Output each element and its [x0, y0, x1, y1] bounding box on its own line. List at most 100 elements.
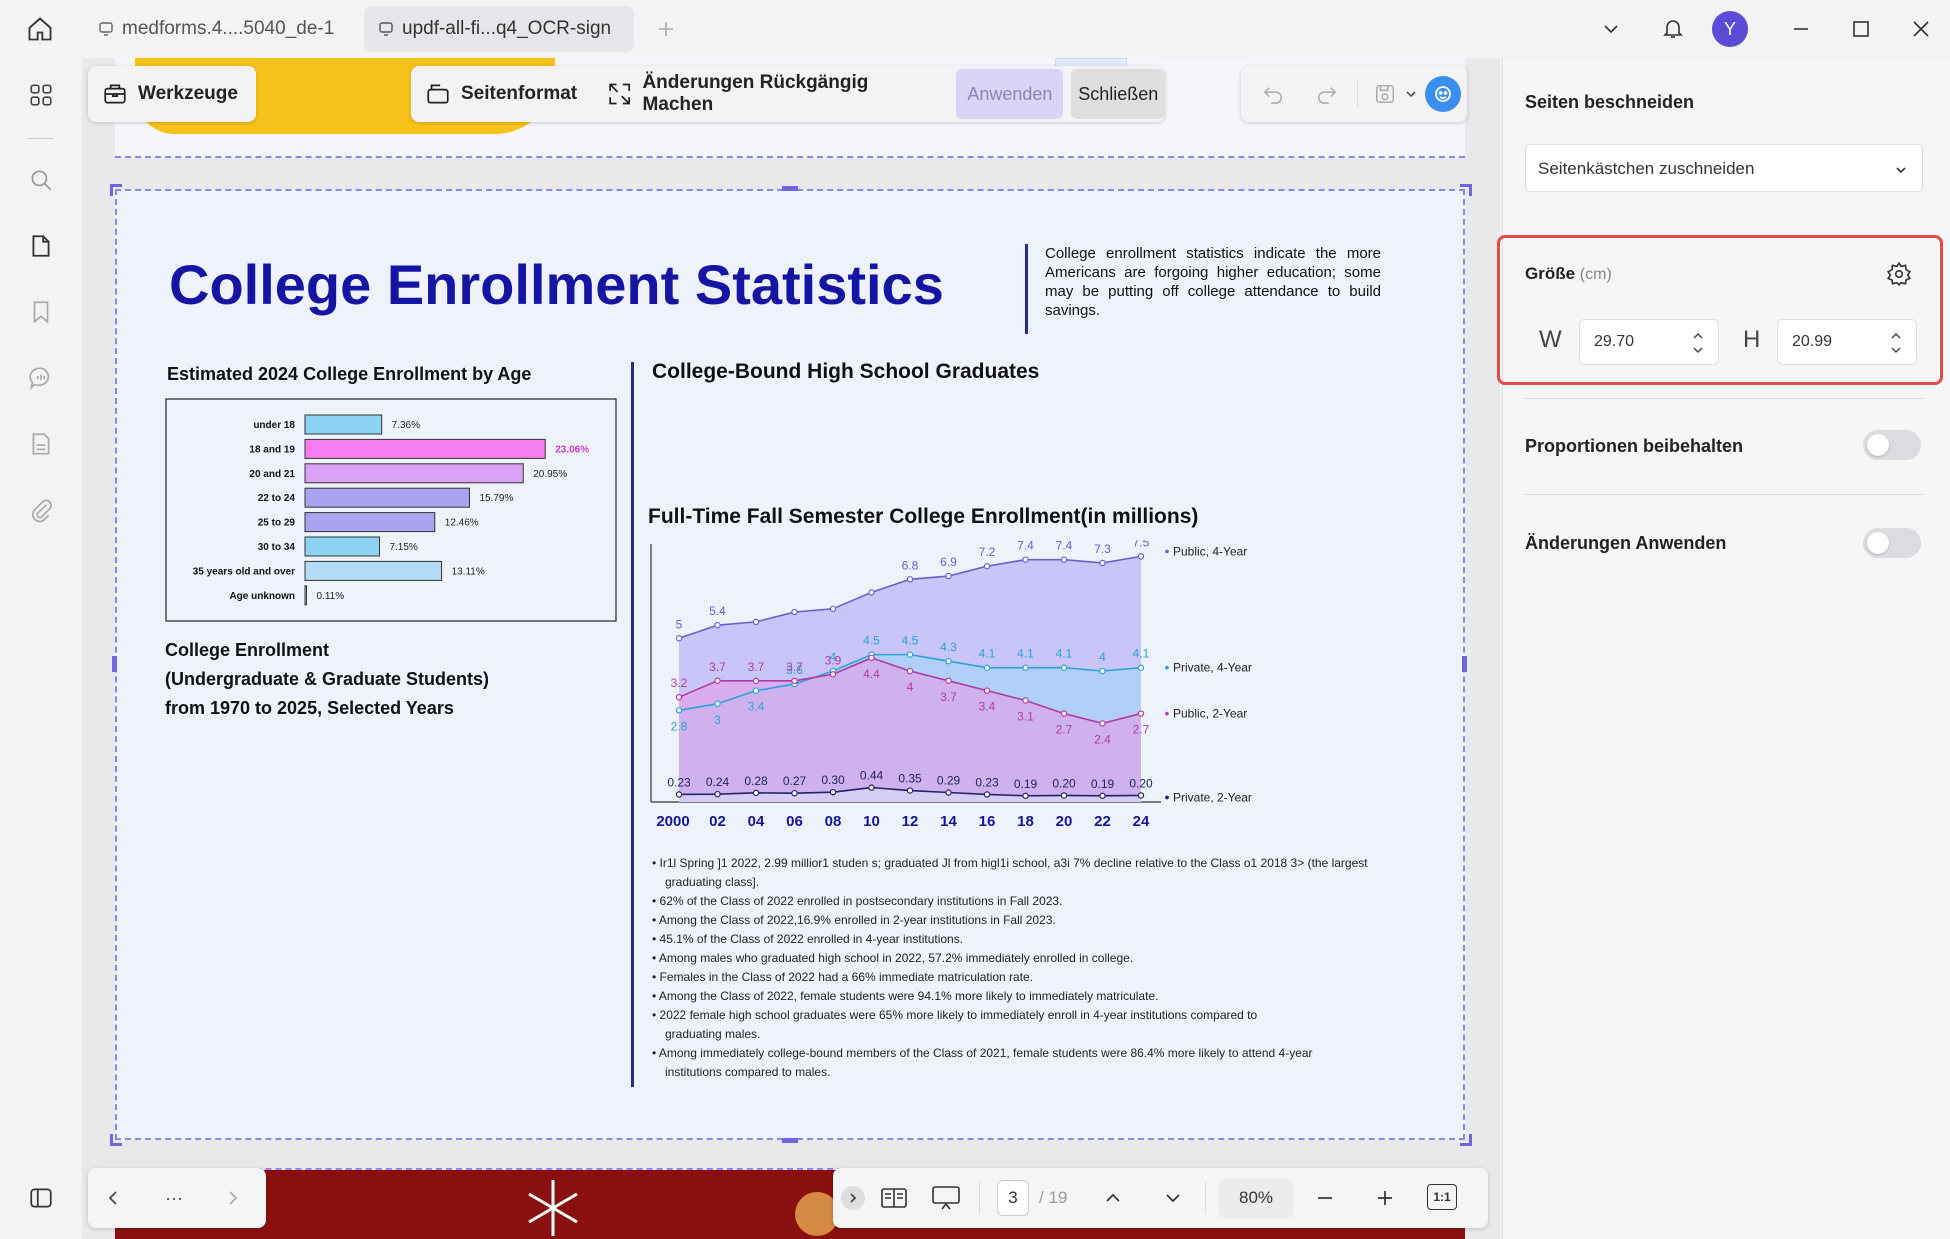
book-icon [881, 1188, 907, 1208]
rail-layout-button[interactable] [21, 1178, 61, 1218]
save-dropdown-button[interactable] [1401, 82, 1421, 106]
width-input[interactable]: 29.70 [1579, 319, 1719, 365]
apply-button[interactable]: Anwenden [956, 69, 1064, 119]
crop-settings-panel: Seiten beschneiden Seitenkästchen zuschn… [1497, 58, 1950, 1239]
actual-size-button[interactable]: 1:1 [1427, 1184, 1457, 1210]
collapse-bar-button[interactable] [841, 1186, 865, 1210]
save-button[interactable] [1369, 78, 1401, 110]
actual-size-label: 1:1 [1433, 1190, 1451, 1204]
page-format-button[interactable]: Seitenformat [425, 81, 577, 107]
presentation-button[interactable] [929, 1182, 963, 1214]
rail-pages-button[interactable] [21, 226, 61, 266]
document-canvas[interactable]: Werkzeuge Seitenformat Änderungen Rückgä… [82, 58, 1500, 1239]
crop-handle-top-left[interactable] [110, 184, 122, 196]
width-value: 29.70 [1594, 333, 1635, 350]
close-window-button[interactable] [1904, 12, 1938, 46]
grid-icon [30, 84, 52, 106]
tab-medforms[interactable]: medforms.4....5040_de-1 [84, 6, 356, 52]
page-format-label: Seitenformat [461, 83, 578, 104]
size-label: Größe [1525, 264, 1576, 283]
close-crop-button[interactable]: Schließen [1071, 69, 1165, 119]
reading-mode-button[interactable] [877, 1182, 911, 1214]
gear-icon [1886, 261, 1912, 286]
more-button[interactable]: ··· [154, 1182, 194, 1214]
zoom-in-button[interactable] [1369, 1182, 1401, 1214]
tools-button[interactable]: Werkzeuge [88, 66, 256, 122]
apply-label: Anwenden [967, 83, 1053, 104]
apply-changes-label: Änderungen Anwenden [1525, 533, 1727, 553]
zoom-out-button[interactable] [1309, 1182, 1341, 1214]
ai-assistant-button[interactable] [1425, 76, 1461, 112]
total-pages: / 19 [1039, 1188, 1068, 1207]
height-input[interactable]: 20.99 [1777, 319, 1917, 365]
redo-button[interactable] [1311, 78, 1343, 110]
maximize-button[interactable] [1844, 12, 1878, 46]
stepper-icon[interactable] [1690, 328, 1706, 358]
save-icon [1376, 85, 1394, 103]
panel-title: Seiten beschneiden [1525, 92, 1695, 112]
crop-handle-bottom-right[interactable] [1460, 1134, 1472, 1146]
apply-changes-toggle[interactable] [1863, 528, 1921, 558]
keep-ratio-label: Proportionen beibehalten [1525, 436, 1744, 456]
bookmark-icon [33, 301, 49, 324]
crop-handle-right[interactable] [1462, 656, 1467, 672]
bottom-view-bar: 3 / 19 80% 1:1 [833, 1168, 1488, 1228]
next-page-button[interactable] [1157, 1182, 1189, 1214]
size-settings-button[interactable] [1883, 258, 1915, 290]
tab-label: medforms.4....5040_de-1 [122, 18, 335, 39]
maximize-icon [1853, 21, 1869, 37]
current-page-input[interactable]: 3 [997, 1180, 1029, 1216]
bottom-nav-bar: ··· [88, 1168, 266, 1228]
avatar[interactable]: Y [1712, 11, 1748, 47]
keep-ratio-toggle[interactable] [1863, 430, 1921, 460]
tab-updf-all[interactable]: updf-all-fi...q4_OCR-sign [364, 6, 634, 52]
stepper-icon[interactable] [1888, 328, 1904, 358]
new-tab-button[interactable] [652, 14, 680, 44]
home-button[interactable] [20, 10, 60, 48]
height-value: 20.99 [1792, 333, 1833, 350]
history-toolbar [1241, 66, 1467, 122]
crop-box[interactable] [115, 189, 1465, 1140]
bar-divider [1205, 1182, 1206, 1214]
rail-bookmarks-button[interactable] [21, 292, 61, 332]
search-icon [31, 170, 52, 191]
notifications-button[interactable] [1656, 11, 1690, 45]
forward-button[interactable] [216, 1182, 248, 1214]
rail-divider [28, 138, 54, 139]
document-tab-icon [99, 22, 113, 36]
minus-icon [1318, 1197, 1332, 1199]
back-button[interactable] [98, 1182, 130, 1214]
rail-attachments-button[interactable] [21, 490, 61, 530]
redo-icon [1318, 87, 1337, 104]
plus-icon [659, 22, 673, 36]
crop-handle-bottom-left[interactable] [110, 1134, 122, 1146]
crop-handle-left[interactable] [112, 656, 117, 672]
avatar-letter: Y [1723, 18, 1736, 39]
zoom-level-select[interactable]: 80% [1219, 1178, 1293, 1218]
undo-changes-label: Änderungen Rückgängig Machen [642, 72, 869, 115]
rail-search-button[interactable] [21, 160, 61, 200]
ai-assistant-icon [1435, 86, 1451, 102]
comment-icon [29, 367, 50, 391]
bell-icon [1663, 20, 1683, 38]
crop-handle-top[interactable] [782, 186, 798, 191]
crop-handle-bottom[interactable] [782, 1138, 798, 1143]
undo-button[interactable] [1257, 78, 1289, 110]
tabs-dropdown-button[interactable] [1596, 14, 1626, 44]
chevron-right-icon [850, 1193, 857, 1203]
crop-mode-select[interactable]: Seitenkästchen zuschneiden [1525, 144, 1923, 192]
chevron-down-icon [1896, 167, 1906, 174]
minimize-button[interactable] [1784, 12, 1818, 46]
more-label: ··· [165, 1187, 183, 1208]
rail-comments-button[interactable] [21, 358, 61, 398]
chevron-down-icon [1604, 25, 1618, 34]
toolbar-divider [1357, 80, 1358, 108]
undo-changes-button[interactable]: Änderungen Rückgängig Machen [607, 72, 936, 116]
expand-arrows-icon [609, 83, 631, 105]
rail-apps-button[interactable] [21, 75, 61, 115]
crop-handle-top-right[interactable] [1460, 184, 1472, 196]
rail-forms-button[interactable] [21, 424, 61, 464]
previous-page-button[interactable] [1097, 1182, 1129, 1214]
close-icon [1913, 21, 1929, 37]
tab-label: updf-all-fi...q4_OCR-sign [402, 18, 612, 39]
